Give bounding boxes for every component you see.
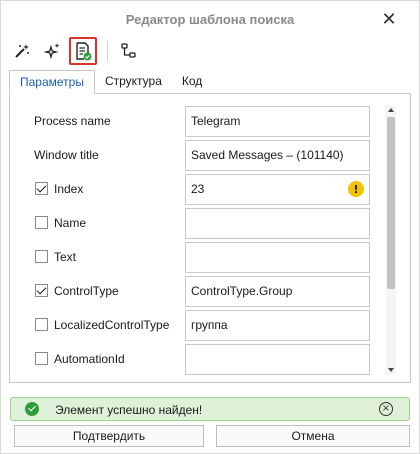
close-button[interactable]: ✕ [379, 9, 399, 29]
window-title-field[interactable]: Saved Messages – (101140) [185, 140, 370, 171]
search-template-editor-window: Редактор шаблона поиска ✕ Параметры Стру… [0, 0, 420, 454]
tab-bar: Параметры Структура Код [9, 70, 212, 94]
magic-wand-icon [15, 44, 29, 58]
parameters-panel: Process name Telegram Window title Saved… [9, 93, 411, 383]
localized-control-type-checkbox[interactable] [35, 318, 48, 331]
toolbar [9, 37, 409, 65]
cancel-button[interactable]: Отмена [216, 425, 410, 447]
name-checkbox[interactable] [35, 216, 48, 229]
automation-id-checkbox[interactable] [35, 352, 48, 365]
param-row-window-title: Window title Saved Messages – (101140) [10, 140, 380, 171]
vertical-scrollbar[interactable] [386, 106, 396, 374]
localized-control-type-field[interactable]: группа [185, 310, 370, 341]
process-name-label: Process name [34, 114, 111, 128]
param-row-index: Index 23 ! [10, 174, 380, 205]
param-row-localized-control-type: LocalizedControlType группа [10, 310, 380, 341]
sparkles-button[interactable] [39, 38, 65, 64]
text-checkbox[interactable] [35, 250, 48, 263]
status-bar-success: Элемент успешно найден! × [10, 397, 410, 421]
control-type-checkbox[interactable] [35, 284, 48, 297]
scroll-up-arrow-icon[interactable] [387, 106, 395, 114]
name-field[interactable] [185, 208, 370, 239]
param-row-control-type: ControlType ControlType.Group [10, 276, 380, 307]
success-check-icon [25, 402, 39, 416]
scrollbar-thumb[interactable] [387, 117, 395, 289]
index-field[interactable]: 23 [185, 174, 370, 205]
warning-icon: ! [348, 181, 364, 197]
index-label: Index [54, 182, 84, 196]
tree-hierarchy-icon [121, 43, 136, 58]
process-name-field[interactable]: Telegram [185, 106, 370, 137]
confirm-button[interactable]: Подтвердить [14, 425, 204, 447]
tab-parameters[interactable]: Параметры [9, 70, 95, 94]
window-title-label: Window title [34, 148, 99, 162]
tab-code[interactable]: Код [172, 70, 212, 94]
localized-control-type-label: LocalizedControlType [54, 318, 170, 332]
dismiss-status-icon[interactable]: × [379, 402, 393, 416]
param-row-process-name: Process name Telegram [10, 106, 380, 137]
window-title: Редактор шаблона поиска [125, 11, 295, 27]
magic-wand-button[interactable] [9, 38, 35, 64]
param-row-automation-id: AutomationId [10, 344, 380, 375]
control-type-label: ControlType [54, 284, 119, 298]
param-row-name: Name [10, 208, 380, 239]
tab-structure[interactable]: Структура [95, 70, 172, 94]
title-bar: Редактор шаблона поиска ✕ [1, 1, 419, 37]
sparkles-icon [43, 43, 60, 60]
scroll-down-arrow-icon[interactable] [387, 366, 395, 374]
status-message: Элемент успешно найден! [55, 403, 203, 417]
element-tree-button[interactable] [116, 38, 142, 64]
validate-template-button[interactable] [69, 37, 97, 65]
text-field[interactable] [185, 242, 370, 273]
param-row-text: Text [10, 242, 380, 273]
text-label: Text [54, 250, 77, 264]
toolbar-separator [107, 41, 108, 61]
index-checkbox[interactable] [35, 182, 48, 195]
document-check-icon [76, 42, 92, 61]
automation-id-label: AutomationId [54, 352, 125, 366]
name-label: Name [54, 216, 87, 230]
automation-id-field[interactable] [185, 344, 370, 375]
control-type-field[interactable]: ControlType.Group [185, 276, 370, 307]
